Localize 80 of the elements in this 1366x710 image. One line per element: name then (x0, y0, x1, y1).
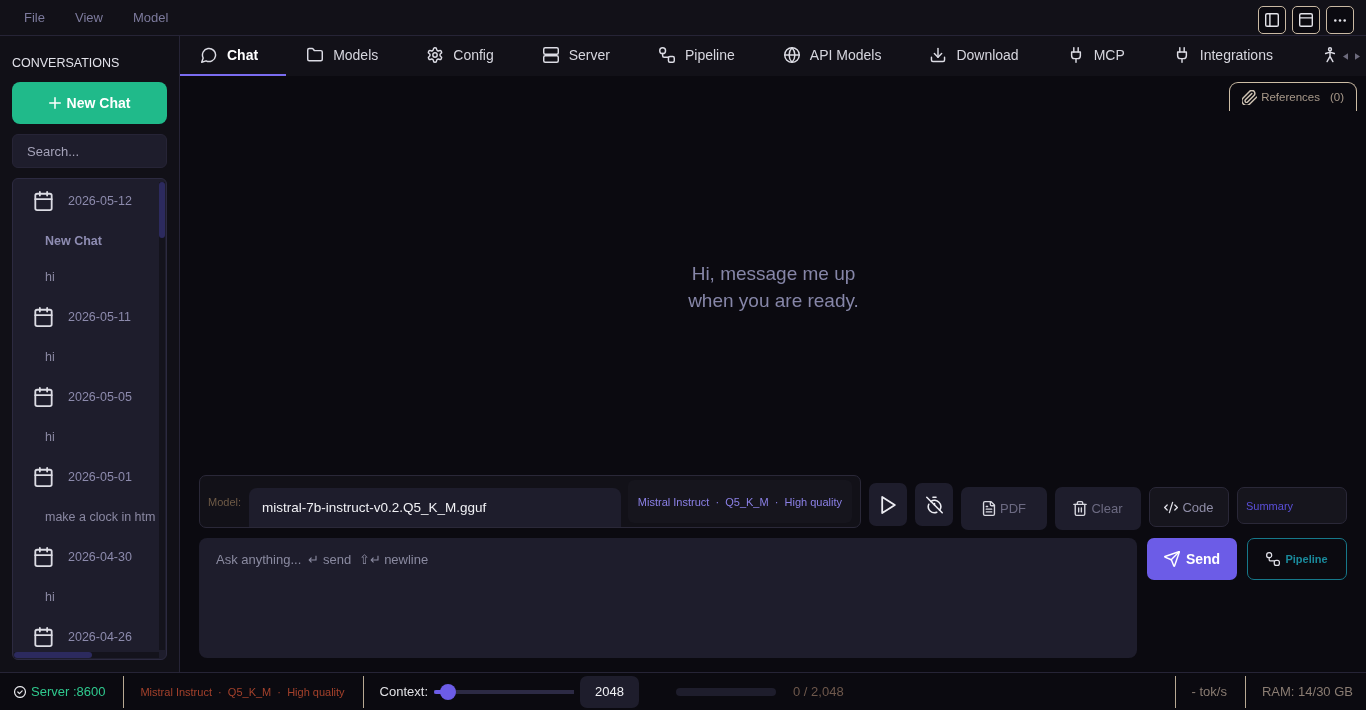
clear-button[interactable]: Clear (1055, 487, 1141, 530)
nodes-icon (1266, 552, 1281, 566)
date-label: 2026-05-05 (68, 390, 132, 404)
menu-item[interactable]: Model (118, 8, 185, 27)
model-select[interactable]: mistral-7b-instruct-v0.2.Q5_K_M.gguf (249, 488, 621, 527)
date-label: 2026-05-11 (68, 310, 131, 324)
tab[interactable]: Chat (180, 36, 287, 76)
code-icon (1164, 499, 1179, 515)
sidebar-panel-icon (1265, 13, 1279, 27)
server-icon (542, 47, 559, 63)
calendar-icon (34, 191, 53, 211)
menu-item[interactable]: View (60, 8, 119, 27)
download-icon (930, 47, 947, 63)
conversation-item[interactable]: hi (45, 430, 55, 444)
server-status: Server :8600 (14, 684, 106, 699)
globe-icon (783, 47, 800, 63)
timer-off-button[interactable] (915, 483, 953, 526)
slider-thumb[interactable] (440, 683, 457, 700)
scroll-right-icon[interactable] (1355, 52, 1360, 60)
sidebar-title: CONVERSATIONS (12, 55, 120, 71)
calendar-icon (34, 547, 53, 567)
empty-state-message: Hi, message me up when you are ready. (688, 262, 859, 313)
search-field[interactable]: Search... (12, 134, 167, 168)
date-label: 2026-05-12 (68, 194, 132, 208)
conversation-item[interactable]: hi (45, 270, 55, 284)
token-speed: - tok/s (1191, 684, 1227, 699)
token-usage-text: 0 / 2,048 (793, 684, 844, 699)
pdf-button[interactable]: PDF (961, 487, 1047, 530)
settings-icon (427, 47, 444, 63)
tab[interactable]: Download (909, 36, 1047, 76)
context-label: Context: (379, 684, 429, 699)
plus-icon (48, 97, 61, 109)
model-tags: Mistral Instruct · Q5_K_M · High quality (140, 685, 345, 698)
context-size-field[interactable]: 2048 (580, 675, 640, 708)
date-label: 2026-04-30 (68, 550, 132, 564)
send-icon (1163, 551, 1180, 567)
document-icon (982, 501, 996, 516)
tab[interactable]: Server (521, 36, 638, 76)
menu-item[interactable]: File (10, 8, 61, 27)
layout-icon (1299, 13, 1313, 27)
chat-bubble-icon (201, 47, 217, 63)
tab[interactable]: Config (406, 36, 522, 76)
tab[interactable]: MCP (1046, 36, 1153, 76)
calendar-icon (34, 307, 53, 327)
tab[interactable]: API Models (762, 36, 910, 76)
ram-usage: RAM: 14/30 GB (1261, 684, 1353, 699)
code-button[interactable]: Code (1149, 487, 1229, 527)
calendar-icon (34, 627, 53, 647)
send-button[interactable]: Send (1147, 538, 1237, 580)
summary-button[interactable]: Summary (1237, 487, 1347, 524)
conversation-item[interactable]: New Chat (45, 234, 102, 248)
tab[interactable]: Models (286, 36, 407, 76)
message-input[interactable]: Ask anything... ↵ send ⇧↵ newline (199, 538, 1137, 658)
folder-icon (307, 47, 324, 63)
layout-button[interactable] (1292, 6, 1320, 34)
conversation-item[interactable]: hi (45, 350, 55, 364)
date-label: 2026-04-26 (68, 630, 132, 644)
toggle-sidebar-button[interactable] (1258, 6, 1286, 34)
calendar-icon (34, 387, 53, 407)
conversation-item[interactable]: hi (45, 590, 55, 604)
tab[interactable]: Pipeline (637, 36, 763, 76)
model-tags: Mistral Instruct · Q5_K_M · High quality (627, 480, 852, 523)
paperclip-icon (1242, 89, 1258, 105)
conversation-item[interactable]: make a clock in htm (45, 510, 156, 524)
nodes-icon (658, 47, 675, 63)
model-label: Model: (208, 496, 242, 508)
vertical-scrollbar[interactable] (159, 182, 165, 650)
tab[interactable]: Integrations (1152, 36, 1301, 76)
horizontal-scrollbar[interactable] (14, 652, 159, 658)
more-icon (1334, 18, 1346, 22)
more-button[interactable] (1326, 6, 1354, 34)
timer-off-icon (925, 495, 943, 514)
scroll-left-icon[interactable] (1343, 52, 1348, 60)
play-icon (879, 495, 897, 514)
pipeline-button[interactable]: Pipeline (1247, 538, 1347, 580)
references-button[interactable]: References (0) (1229, 82, 1357, 111)
trash-icon (1073, 501, 1088, 516)
date-label: 2026-05-01 (68, 470, 132, 484)
play-button[interactable] (869, 483, 907, 526)
calendar-icon (34, 467, 53, 487)
